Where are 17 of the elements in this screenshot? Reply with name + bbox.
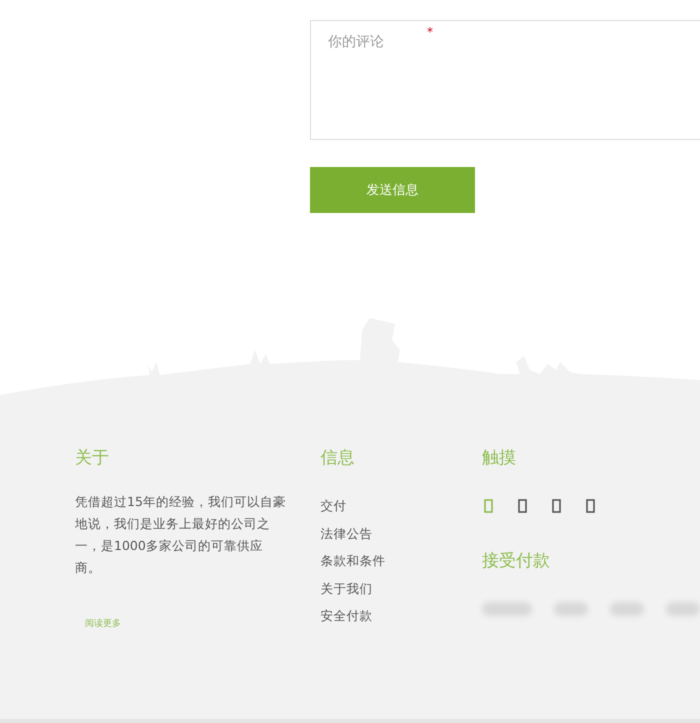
footer-link[interactable]: 关于我们 [320,574,482,602]
payments-heading: 接受付款 [482,550,551,572]
footer-link[interactable]: 条款和条件 [320,547,482,574]
about-heading: 关于 [75,447,110,469]
payment-logo [554,602,588,616]
required-mark: * [427,25,433,39]
footer-link[interactable]: 交付 [320,492,482,520]
about-text: 凭借超过15年的经验，我们可以自豪地说，我们是业务上最好的公司之一，是1000多家公司的可靠供应商。 [75,493,287,577]
payment-logo [610,602,644,616]
social-icon[interactable] [518,499,527,513]
footer-link[interactable]: 安全付款 [320,602,482,630]
social-icon[interactable] [552,499,561,513]
payment-logo [482,602,532,616]
info-heading: 信息 [320,447,356,469]
contact-heading: 触摸 [482,447,517,469]
social-icon[interactable] [586,499,595,513]
footer-link[interactable]: 法律公告 [320,520,482,547]
